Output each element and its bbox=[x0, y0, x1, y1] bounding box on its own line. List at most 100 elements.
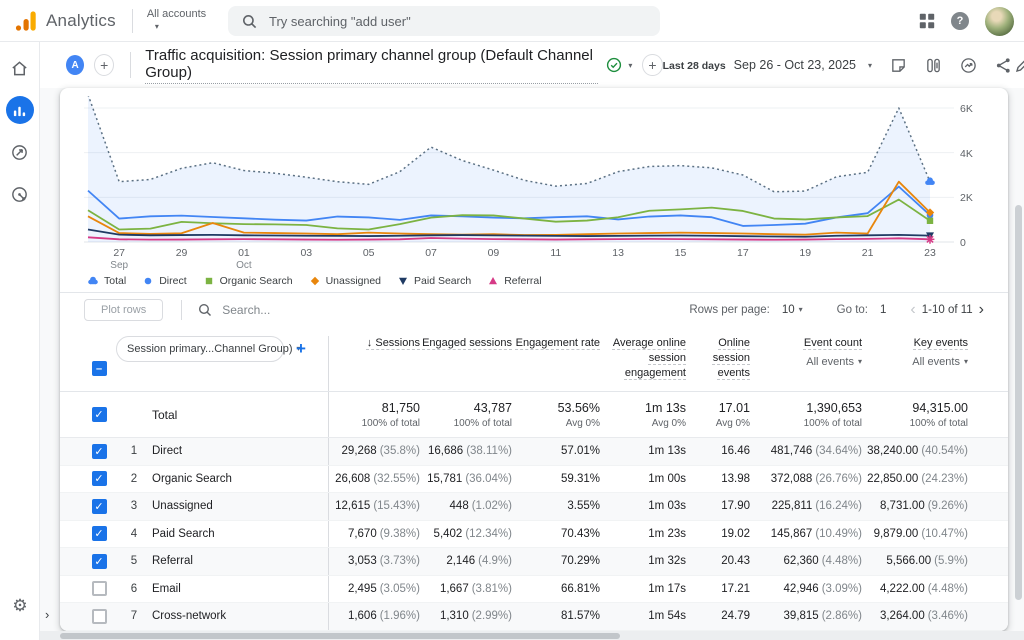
expand-nav-button[interactable]: › bbox=[45, 607, 49, 622]
nav-explore-icon[interactable] bbox=[6, 138, 34, 166]
table-search-input[interactable]: Search... bbox=[198, 303, 270, 317]
nav-reports-icon[interactable] bbox=[6, 96, 34, 124]
share-icon[interactable] bbox=[995, 57, 1012, 74]
help-icon[interactable]: ? bbox=[951, 12, 969, 30]
metric-cell: 57.01% bbox=[514, 438, 602, 465]
add-dimension-button[interactable]: + bbox=[296, 339, 306, 359]
chevron-down-icon bbox=[864, 56, 872, 74]
add-tab-button[interactable]: + bbox=[642, 54, 662, 76]
report-status-button[interactable] bbox=[606, 56, 632, 74]
user-avatar[interactable] bbox=[985, 7, 1014, 36]
timeseries-chart[interactable]: 6K4K2K0 bbox=[84, 96, 954, 246]
nav-advertising-icon[interactable] bbox=[6, 180, 34, 208]
account-switcher[interactable]: All accounts bbox=[147, 8, 206, 32]
metric-cell: 8,731.00(9.26%) bbox=[864, 493, 970, 520]
horizontal-scrollbar-thumb[interactable] bbox=[60, 633, 620, 639]
column-header-engagement-rate[interactable]: Engagement rate bbox=[514, 336, 602, 391]
dimension-selector[interactable]: Session primary...Channel Group) bbox=[116, 336, 284, 362]
main-content: A + Traffic acquisition: Session primary… bbox=[40, 42, 1024, 640]
channel-name: Cross-network bbox=[152, 610, 328, 622]
settings-gear-icon[interactable]: ⚙ bbox=[0, 596, 40, 616]
vertical-scrollbar[interactable] bbox=[1015, 205, 1022, 600]
row-checkbox[interactable] bbox=[92, 609, 107, 624]
rows-per-page-label: Rows per page: bbox=[689, 304, 770, 316]
x-axis-label: 05 bbox=[363, 248, 375, 260]
goto-input[interactable]: 1 bbox=[880, 304, 886, 316]
column-header-event-count[interactable]: Event countAll events bbox=[752, 336, 864, 391]
metric-cell: 39,815(2.86%) bbox=[752, 603, 864, 630]
divider bbox=[181, 300, 182, 320]
column-header-engaged-sessions[interactable]: Engaged sessions bbox=[422, 336, 514, 391]
column-header-sessions[interactable]: ↓ Sessions bbox=[328, 336, 422, 391]
metric-cell: 81.57% bbox=[514, 603, 602, 630]
rows-per-page-select[interactable]: 10 bbox=[782, 304, 795, 316]
legend-label: Referral bbox=[504, 275, 541, 287]
row-checkbox[interactable] bbox=[92, 499, 107, 514]
x-axis-label: 11 bbox=[550, 248, 561, 260]
x-axis-label: 27Sep bbox=[110, 248, 128, 271]
chart-y-axis: 6K4K2K0 bbox=[960, 96, 994, 246]
report-title[interactable]: Traffic acquisition: Session primary cha… bbox=[145, 47, 598, 84]
legend-item-organic-search[interactable]: Organic Search bbox=[202, 275, 293, 287]
select-all-checkbox[interactable] bbox=[92, 361, 107, 376]
row-checkbox[interactable] bbox=[92, 581, 107, 596]
insights-icon[interactable] bbox=[960, 57, 977, 74]
notes-icon[interactable] bbox=[890, 57, 907, 74]
legend-item-referral[interactable]: Referral bbox=[486, 275, 541, 287]
dimension-selector-label: Session primary...Channel Group) bbox=[127, 343, 292, 355]
metric-cell: 20.43 bbox=[688, 548, 752, 575]
analytics-logo-icon[interactable] bbox=[14, 9, 38, 33]
date-range-picker[interactable]: Last 28 days Sep 26 - Oct 23, 2025 bbox=[663, 56, 872, 74]
metric-cell: 29,268(35.8%) bbox=[328, 438, 422, 465]
metric-cell: 16.46 bbox=[688, 438, 752, 465]
add-report-button[interactable]: + bbox=[94, 54, 114, 76]
y-axis-label: 2K bbox=[960, 192, 973, 204]
metric-cell: 1m 23s bbox=[602, 521, 688, 548]
plot-rows-button[interactable]: Plot rows bbox=[84, 299, 163, 321]
divider bbox=[132, 9, 133, 33]
column-filter[interactable]: All events bbox=[806, 356, 862, 368]
total-cell: 94,315.00100% of total bbox=[864, 392, 970, 437]
workspace-avatar[interactable]: A bbox=[66, 55, 84, 75]
row-checkbox[interactable] bbox=[92, 471, 107, 486]
column-filter[interactable]: All events bbox=[912, 356, 968, 368]
legend-item-total[interactable]: Total bbox=[86, 275, 126, 287]
metric-cell: 9,879.00(10.47%) bbox=[864, 521, 970, 548]
next-page-icon[interactable]: › bbox=[973, 302, 990, 318]
goto-label: Go to: bbox=[837, 304, 868, 316]
metric-cell: 1m 00s bbox=[602, 466, 688, 493]
metric-cell: 1m 13s bbox=[602, 438, 688, 465]
metric-cell: 22,850.00(24.23%) bbox=[864, 466, 970, 493]
column-header-average-online-session-engagement[interactable]: Average online session engagement bbox=[602, 336, 688, 391]
channel-name: Email bbox=[152, 583, 328, 595]
row-checkbox[interactable] bbox=[92, 444, 107, 459]
table-row-email: 6Email2,495(3.05%)1,667(3.81%)66.81%1m 1… bbox=[60, 576, 1008, 604]
comparison-icon[interactable] bbox=[925, 57, 942, 74]
apps-grid-icon[interactable] bbox=[919, 13, 935, 29]
row-checkbox[interactable] bbox=[92, 526, 107, 541]
total-cell: 53.56%Avg 0% bbox=[514, 392, 602, 437]
metric-cell: 19.02 bbox=[688, 521, 752, 548]
edit-pencil-icon[interactable] bbox=[1014, 56, 1024, 74]
legend-item-unassigned[interactable]: Unassigned bbox=[308, 275, 381, 287]
metric-cell: 17.21 bbox=[688, 576, 752, 603]
metric-cell: 12,615(15.43%) bbox=[328, 493, 422, 520]
nav-home-icon[interactable] bbox=[6, 54, 34, 82]
column-header-key-events[interactable]: Key eventsAll events bbox=[864, 336, 970, 391]
metric-cell: 13.98 bbox=[688, 466, 752, 493]
total-checkbox[interactable] bbox=[92, 407, 107, 422]
row-checkbox[interactable] bbox=[92, 554, 107, 569]
horizontal-scrollbar-track[interactable] bbox=[40, 631, 1024, 640]
column-header-online-session-events[interactable]: Online session events bbox=[688, 336, 752, 391]
legend-item-paid-search[interactable]: Paid Search bbox=[396, 275, 471, 287]
y-axis-label: 4K bbox=[960, 148, 973, 160]
channel-name: Organic Search bbox=[152, 473, 328, 485]
report-card: 6K4K2K0 27Sep2901Oct03050709111315171921… bbox=[60, 88, 1008, 631]
metric-cell: 1m 03s bbox=[602, 493, 688, 520]
metric-cell: 15,781(36.04%) bbox=[422, 466, 514, 493]
table-row-paid-search: 4Paid Search7,670(9.38%)5,402(12.34%)70.… bbox=[60, 521, 1008, 549]
metric-cell: 3,264.00(3.46%) bbox=[864, 603, 970, 630]
prev-page-icon[interactable]: ‹ bbox=[904, 302, 921, 318]
search-input[interactable]: Try searching "add user" bbox=[228, 6, 660, 36]
legend-item-direct[interactable]: Direct bbox=[141, 275, 186, 287]
